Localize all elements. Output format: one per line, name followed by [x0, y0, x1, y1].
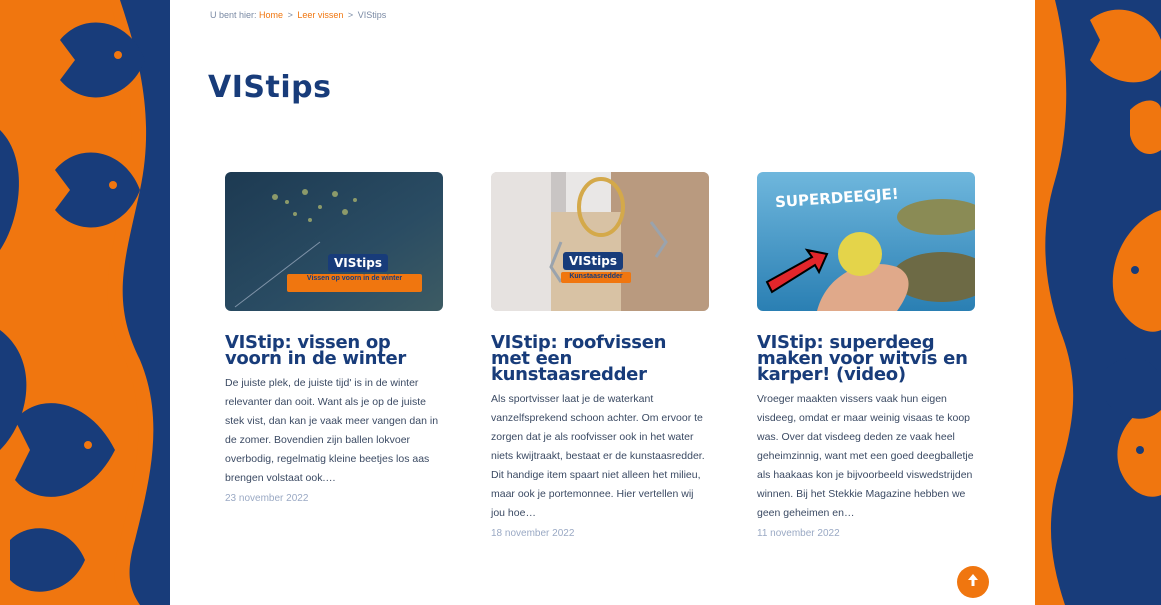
right-decoration: [1035, 0, 1161, 605]
breadcrumb: U bent hier: Home > Leer vissen > VIStip…: [210, 10, 386, 20]
article-thumbnail[interactable]: VIStips Kunstaasredder: [491, 172, 709, 311]
article-card[interactable]: VIStips Vissen op voorn in de winter VIS…: [225, 172, 443, 504]
article-title[interactable]: VIStip: superdeeg maken voor witvis en k…: [757, 334, 975, 384]
article-date: 18 november 2022: [491, 528, 575, 539]
thumbnail-caption: Kunstaasredder: [561, 272, 631, 283]
article-date: 23 november 2022: [225, 493, 309, 504]
article-date: 11 november 2022: [757, 528, 840, 539]
breadcrumb-prefix: U bent hier:: [210, 10, 257, 20]
page-title: VIStips: [208, 70, 332, 105]
arrow-up-icon: [967, 573, 979, 592]
breadcrumb-separator: >: [347, 10, 354, 20]
thumbnail-badge: VIStips: [563, 252, 623, 270]
article-thumbnail[interactable]: SUPERDEEGJE!: [757, 172, 975, 311]
breadcrumb-home-link[interactable]: Home: [259, 10, 283, 20]
article-card[interactable]: VIStips Kunstaasredder VIStip: roofvisse…: [491, 172, 709, 539]
article-thumbnail[interactable]: VIStips Vissen op voorn in de winter: [225, 172, 443, 311]
thumbnail-kunstaasredder-image: [491, 172, 709, 311]
scroll-to-top-button[interactable]: [957, 566, 989, 598]
article-title[interactable]: VIStip: vissen op voorn in de winter: [225, 334, 443, 368]
breadcrumb-current: VIStips: [357, 10, 387, 20]
article-excerpt: Als sportvisser laat je de waterkant van…: [491, 393, 705, 519]
left-decoration: [0, 0, 170, 605]
thumbnail-badge: VIStips: [328, 254, 388, 272]
article-excerpt: Vroeger maakten vissers vaak hun eigen v…: [757, 393, 974, 519]
article-card[interactable]: SUPERDEEGJE! VIStip: superdeeg maken voo…: [757, 172, 975, 539]
article-title[interactable]: VIStip: roofvissen met een kunstaasredde…: [491, 334, 709, 384]
thumbnail-caption: Vissen op voorn in de winter: [287, 274, 422, 292]
breadcrumb-leer-vissen-link[interactable]: Leer vissen: [297, 10, 343, 20]
breadcrumb-separator: >: [287, 10, 293, 20]
main-content: U bent hier: Home > Leer vissen > VIStip…: [150, 0, 1050, 605]
article-excerpt: De juiste plek, de juiste tijd' is in de…: [225, 377, 439, 484]
